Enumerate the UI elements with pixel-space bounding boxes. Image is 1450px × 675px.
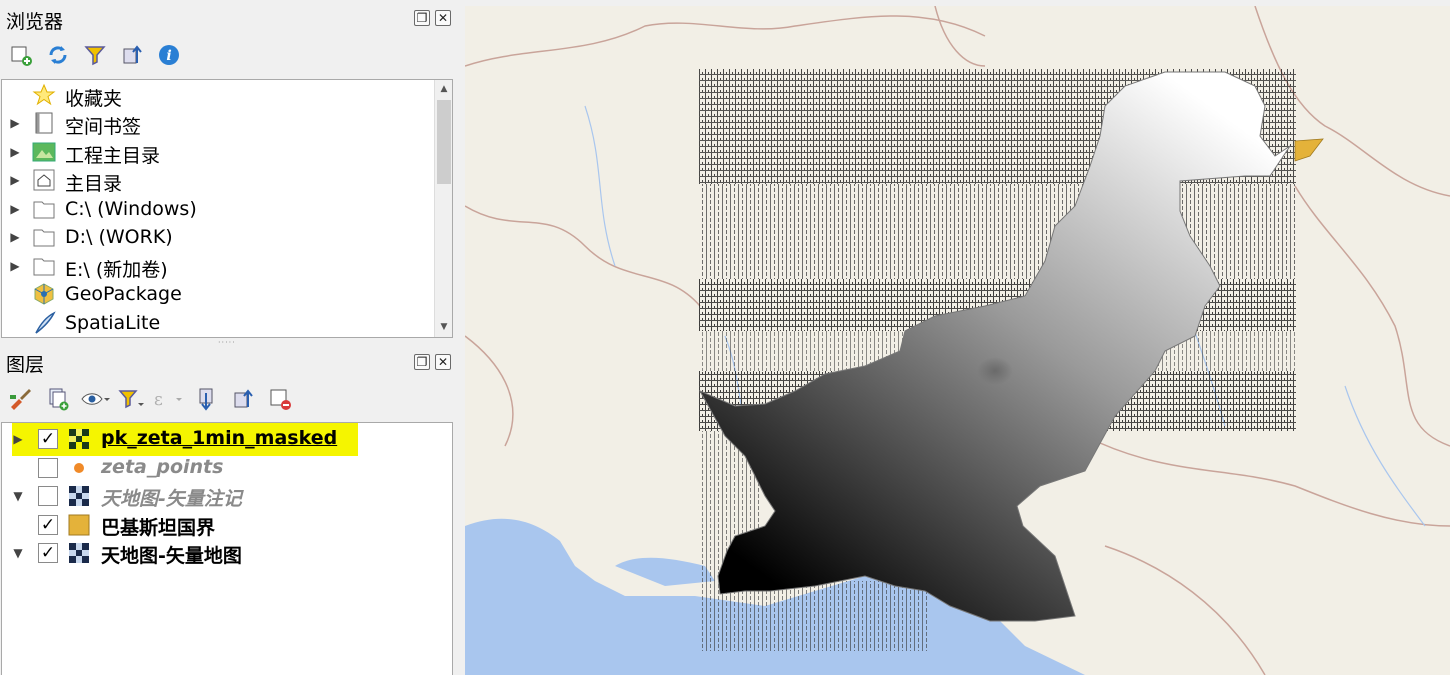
browser-item-label: E:\ (新加卷) (65, 259, 168, 281)
expand-arrow-icon[interactable]: ▶ (9, 166, 21, 194)
collapse-all-button[interactable] (226, 384, 259, 414)
paint-brush-icon (9, 389, 31, 410)
float-panel-button[interactable]: ❐ (414, 354, 430, 370)
add-selected-layers-icon (11, 46, 32, 66)
layer-row-pk-zeta[interactable]: ▶ ✓ pk_zeta_1min_masked (2, 425, 442, 453)
layers-toolbar: ε (4, 384, 296, 414)
layer-row-tianditu-annotation[interactable]: ▼ 天地图-矢量注记 (2, 482, 442, 510)
layer-label: 天地图-矢量地图 (101, 545, 242, 567)
collapse-all-button[interactable] (115, 40, 148, 70)
browser-item-label: C:\ (Windows) (65, 198, 197, 220)
layer-label: 巴基斯坦国界 (101, 517, 216, 539)
expand-all-button[interactable] (189, 384, 222, 414)
left-dock: 浏览器 ❐ ✕ i 收藏夹 ▶ 空间书签 ▶ 工程主目录 ▶ 主目录 ▶ C:\… (0, 0, 462, 675)
browser-item-label: D:\ (WORK) (65, 226, 173, 248)
geopackage-icon (32, 282, 56, 306)
polygon-layer-icon (68, 514, 90, 536)
panel-splitter[interactable]: ····· (218, 338, 236, 347)
float-panel-button[interactable]: ❐ (414, 10, 430, 26)
project-home-icon (32, 140, 56, 164)
scroll-up-icon[interactable]: ▲ (435, 80, 452, 98)
layer-visibility-checkbox[interactable]: ✓ (38, 515, 58, 535)
browser-item-label: 空间书签 (65, 116, 142, 138)
layer-visibility-checkbox[interactable]: ✓ (38, 429, 58, 449)
map-canvas[interactable] (465, 6, 1450, 675)
expression-icon: ε (154, 390, 182, 410)
folder-icon (32, 225, 56, 249)
layer-row-pakistan-boundary[interactable]: ✓ 巴基斯坦国界 (2, 511, 442, 539)
layer-visibility-checkbox[interactable] (38, 486, 58, 506)
layer-visibility-checkbox[interactable]: ✓ (38, 543, 58, 563)
close-panel-button[interactable]: ✕ (435, 354, 451, 370)
refresh-icon (48, 46, 67, 64)
browser-scrollbar[interactable]: ▲ ▼ (434, 80, 452, 337)
layer-label: 天地图-矢量注记 (101, 488, 242, 510)
eye-icon (80, 393, 110, 405)
expand-arrow-icon[interactable]: ▶ (9, 109, 21, 137)
layer-row-zeta-points[interactable]: zeta_points (2, 454, 442, 482)
filter-legend-button[interactable] (115, 384, 148, 414)
bookmark-icon (32, 111, 56, 135)
layer-visibility-checkbox[interactable] (38, 458, 58, 478)
folder-icon (32, 197, 56, 221)
close-panel-button[interactable]: ✕ (435, 10, 451, 26)
raster-layer-icon (68, 428, 90, 450)
add-group-button[interactable] (41, 384, 74, 414)
info-icon: i (158, 45, 179, 65)
scroll-thumb[interactable] (437, 100, 451, 184)
svg-text:ε: ε (154, 390, 163, 410)
raster-layer-icon (68, 485, 90, 507)
browser-item-label: GeoPackage (65, 283, 182, 305)
expression-filter-button[interactable]: ε (152, 384, 185, 414)
browser-toolbar: i (4, 40, 185, 70)
browser-panel-title: 浏览器 (6, 11, 64, 33)
add-selected-layers-button[interactable] (4, 40, 37, 70)
raster-layer-icon (68, 542, 90, 564)
home-icon (32, 168, 56, 192)
filter-button[interactable] (78, 40, 111, 70)
star-icon (32, 83, 56, 107)
remove-layer-button[interactable] (263, 384, 296, 414)
map-render (465, 6, 1450, 675)
svg-text:i: i (166, 48, 171, 64)
expand-arrow-icon[interactable]: ▶ (9, 252, 21, 280)
spatialite-icon (32, 311, 56, 335)
scroll-down-icon[interactable]: ▼ (435, 318, 452, 336)
collapse-all-icon (234, 389, 253, 408)
visibility-menu-button[interactable] (78, 384, 111, 414)
point-layer-icon (68, 457, 90, 479)
browser-tree: 收藏夹 ▶ 空间书签 ▶ 工程主目录 ▶ 主目录 ▶ C:\ (Windows)… (1, 79, 453, 338)
style-manager-button[interactable] (4, 384, 37, 414)
expand-arrow-icon[interactable]: ▶ (12, 425, 24, 453)
refresh-button[interactable] (41, 40, 74, 70)
expand-all-icon (199, 388, 212, 411)
collapse-arrow-icon[interactable]: ▼ (12, 482, 24, 510)
add-group-icon (49, 388, 68, 411)
expand-arrow-icon[interactable]: ▶ (9, 223, 21, 251)
layer-label: pk_zeta_1min_masked (101, 427, 338, 449)
expand-arrow-icon[interactable]: ▶ (9, 138, 21, 166)
expand-arrow-icon[interactable]: ▶ (9, 195, 21, 223)
filter-icon (83, 46, 106, 66)
browser-item-label: SpatiaLite (65, 312, 161, 334)
layer-row-tianditu-vector[interactable]: ▼ ✓ 天地图-矢量地图 (2, 539, 442, 567)
remove-layer-icon (270, 389, 291, 410)
browser-item-label: 收藏夹 (65, 88, 123, 110)
browser-item-label: 工程主目录 (65, 145, 161, 167)
layer-label: zeta_points (101, 456, 224, 478)
filter-icon (117, 390, 144, 409)
folder-icon (32, 254, 56, 278)
collapse-all-icon (123, 45, 142, 64)
browser-item-label: 主目录 (65, 173, 123, 195)
layers-tree: ▶ ✓ pk_zeta_1min_masked zeta_points ▼ 天地… (1, 422, 453, 675)
collapse-arrow-icon[interactable]: ▼ (12, 539, 24, 567)
info-button[interactable]: i (152, 40, 185, 70)
layers-panel-title: 图层 (6, 354, 45, 376)
